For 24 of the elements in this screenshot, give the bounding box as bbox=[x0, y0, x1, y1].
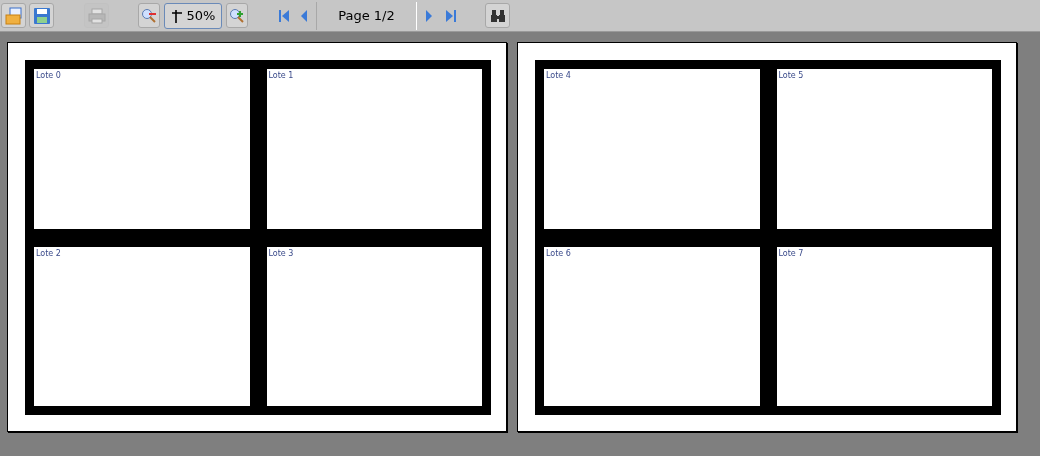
zoom-field[interactable]: 50% bbox=[164, 2, 222, 29]
previous-page-icon[interactable] bbox=[300, 8, 308, 23]
last-page-icon[interactable] bbox=[445, 8, 457, 23]
label-title: Lote 7 bbox=[778, 248, 804, 258]
label-title: Lote 1 bbox=[268, 71, 294, 80]
binoculars-icon bbox=[489, 8, 506, 23]
label-title: Lote 6 bbox=[546, 248, 571, 258]
page-indicator: Page 1/2 bbox=[316, 1, 417, 30]
save-button[interactable] bbox=[29, 3, 54, 28]
open-icon[interactable] bbox=[1, 3, 26, 28]
find-button[interactable] bbox=[485, 3, 510, 28]
label-title: Lote 5 bbox=[778, 71, 804, 80]
label-title: Lote 2 bbox=[36, 248, 61, 258]
next-page-icon[interactable] bbox=[425, 8, 433, 23]
zoom-in-icon bbox=[229, 7, 245, 24]
zoom-out-button[interactable] bbox=[138, 3, 160, 28]
label-title: Lote 3 bbox=[268, 248, 294, 258]
zoom-in-button[interactable] bbox=[226, 3, 248, 28]
folder-icon bbox=[4, 6, 23, 25]
label-title: Lote 4 bbox=[546, 71, 571, 80]
first-page-icon[interactable] bbox=[278, 8, 290, 23]
printer-icon bbox=[87, 7, 106, 24]
zoom-out-icon bbox=[141, 7, 157, 24]
label-title: Lote 0 bbox=[36, 71, 61, 80]
